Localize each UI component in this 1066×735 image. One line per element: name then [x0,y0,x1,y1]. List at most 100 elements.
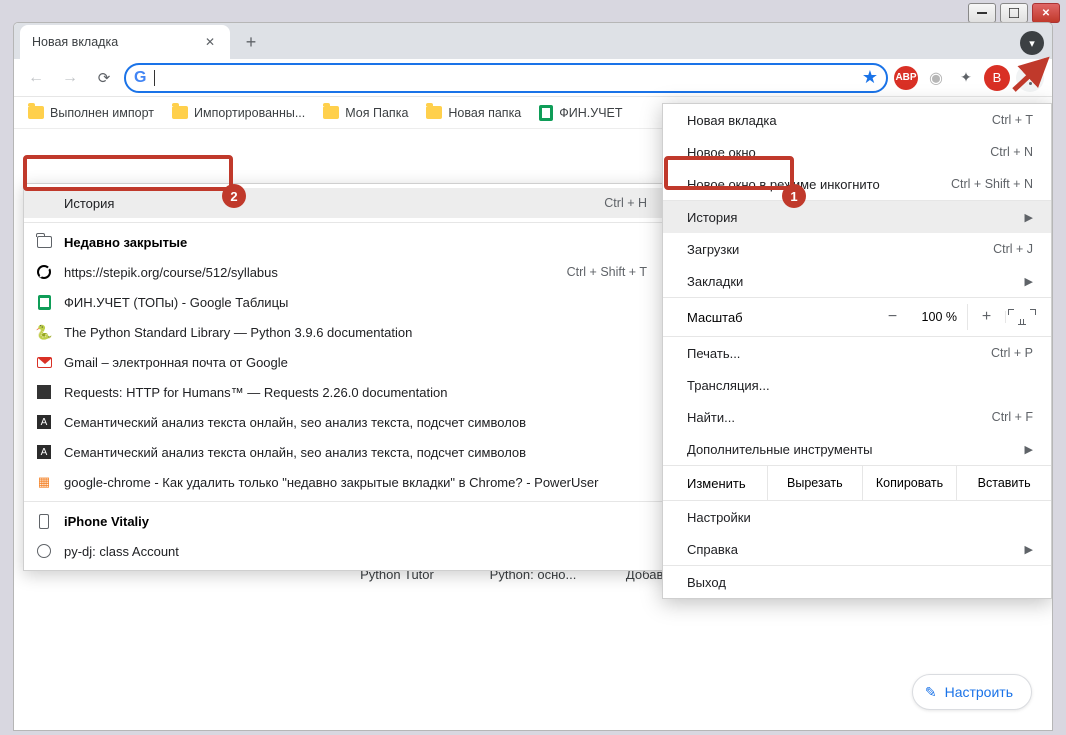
python-icon: 🐍 [36,324,52,340]
menu-label: Настройки [687,510,751,525]
extensions-icon[interactable]: ✦ [954,66,978,90]
history-item[interactable]: ▦ google-chrome - Как удалить только "не… [24,467,667,497]
bookmark-item[interactable]: Моя Папка [323,106,408,120]
page-content: 🐍 Python Tutor Python: осно... + Добавит… [14,129,1052,730]
back-button[interactable]: ← [22,64,50,92]
minimize-button[interactable] [968,3,996,23]
new-tab-button[interactable]: + [237,28,265,56]
privacy-shield-icon[interactable]: ◉ [924,66,948,90]
menu-cast[interactable]: Трансляция... [663,369,1051,401]
shortcut-label: Ctrl + F [992,410,1033,424]
tab-search-button[interactable]: ▾ [1020,31,1044,55]
zoom-in-button[interactable]: + [967,304,1005,330]
history-item[interactable]: A Семантический анализ текста онлайн, se… [24,407,667,437]
history-item-label: The Python Standard Library — Python 3.9… [64,325,412,340]
advego-icon: A [37,445,51,459]
bookmark-label: Моя Папка [345,106,408,120]
paste-button[interactable]: Вставить [956,466,1051,500]
chrome-menu-button[interactable] [1016,64,1044,92]
menu-label: Дополнительные инструменты [687,442,873,457]
history-item[interactable]: 🐍 The Python Standard Library — Python 3… [24,317,667,347]
tab-title: Новая вкладка [32,35,118,49]
submenu-arrow-icon: ▶ [1025,543,1033,556]
bookmark-item[interactable]: Импортированны... [172,106,305,120]
shortcut-label: Ctrl + J [993,242,1033,256]
customize-label: Настроить [945,684,1013,700]
menu-label: Печать... [687,346,740,361]
menu-label: Найти... [687,410,735,425]
shortcut-label: Ctrl + H [604,196,647,210]
menu-label: Новое окно [687,145,756,160]
menu-edit-row: Изменить Вырезать Копировать Вставить [663,466,1051,500]
zoom-value: 100 % [912,310,967,324]
zoom-out-button[interactable]: − [874,304,912,330]
bookmark-item[interactable]: ФИН.УЧЕТ [539,105,622,121]
address-bar[interactable]: G ★ [124,63,888,93]
copy-button[interactable]: Копировать [862,466,957,500]
history-item[interactable]: A Семантический анализ текста онлайн, se… [24,437,667,467]
history-item-label: py-dj: class Account [64,544,179,559]
menu-help[interactable]: Справка▶ [663,533,1051,565]
shortcut-label: Ctrl + Shift + T [567,265,647,279]
menu-incognito[interactable]: Новое окно в режиме инкогнито Ctrl + Shif… [663,168,1051,200]
bookmark-item[interactable]: Новая папка [426,106,521,120]
device-header: iPhone Vitaliy [24,506,667,536]
shortcut-label: Ctrl + Shift + N [951,177,1033,191]
history-submenu: История Ctrl + H Недавно закрытые https:… [23,183,668,571]
shortcut-label: Ctrl + T [992,113,1033,127]
menu-downloads[interactable]: Загрузки Ctrl + J [663,233,1051,265]
submenu-arrow-icon: ▶ [1025,443,1033,456]
menu-new-tab[interactable]: Новая вкладка Ctrl + T [663,104,1051,136]
menu-find[interactable]: Найти... Ctrl + F [663,401,1051,433]
menu-bookmarks[interactable]: Закладки▶ [663,265,1051,297]
menu-label: Масштаб [687,310,743,325]
bookmark-star-icon[interactable]: ★ [862,67,878,88]
shortcut-label: Ctrl + P [991,346,1033,360]
menu-label: Новая вкладка [687,113,777,128]
menu-tools[interactable]: Дополнительные инструменты ▶ [663,433,1051,465]
close-tab-icon[interactable]: ✕ [202,34,218,50]
menu-label: Новое окно в режиме инкогнито [687,177,880,192]
history-item[interactable]: Requests: HTTP for Humans™ — Requests 2.… [24,377,667,407]
profile-avatar[interactable]: В [984,65,1010,91]
bookmark-label: ФИН.УЧЕТ [559,106,622,120]
history-item-label: ФИН.УЧЕТ (ТОПы) - Google Таблицы [64,295,288,310]
omnibox-input[interactable] [163,70,853,86]
close-window-button[interactable] [1032,3,1060,23]
adblock-icon[interactable]: ABP [894,66,918,90]
history-item[interactable]: https://stepik.org/course/512/syllabus C… [24,257,667,287]
history-item-label: https://stepik.org/course/512/syllabus [64,265,278,280]
fullscreen-button[interactable] [1005,311,1037,323]
menu-history[interactable]: История ▶ [663,201,1051,233]
maximize-button[interactable] [1000,3,1028,23]
cut-button[interactable]: Вырезать [767,466,862,500]
reload-button[interactable]: ⟳ [90,64,118,92]
menu-print[interactable]: Печать... Ctrl + P [663,337,1051,369]
stepik-icon [37,265,51,279]
submenu-arrow-icon: ▶ [1025,211,1033,224]
history-item-label: Семантический анализ текста онлайн, seo … [64,415,526,430]
history-menu-item[interactable]: История Ctrl + H [24,188,667,218]
menu-separator [24,222,667,223]
menu-separator [24,501,667,502]
history-item[interactable]: Gmail – электронная почта от Google [24,347,667,377]
menu-label: Загрузки [687,242,739,257]
menu-settings[interactable]: Настройки [663,501,1051,533]
menu-exit[interactable]: Выход [663,566,1051,598]
bookmark-item[interactable]: Выполнен импорт [28,106,154,120]
customize-button[interactable]: ✎ Настроить [912,674,1032,710]
history-item[interactable]: py-dj: class Account [24,536,667,566]
bookmark-label: Импортированны... [194,106,305,120]
forward-button[interactable]: → [56,64,84,92]
menu-new-window[interactable]: Новое окноCtrl + N [663,136,1051,168]
folder-icon [172,106,188,119]
bookmark-label: Выполнен импорт [50,106,154,120]
menu-label: История [687,210,737,225]
menu-label: История [64,196,114,211]
stackoverflow-icon: ▦ [36,474,52,490]
header-label: iPhone Vitaliy [64,514,149,529]
bookmark-label: Новая папка [448,106,521,120]
menu-zoom: Масштаб − 100 % + [663,298,1051,336]
active-tab[interactable]: Новая вкладка ✕ [20,25,230,59]
history-item[interactable]: ФИН.УЧЕТ (ТОПы) - Google Таблицы [24,287,667,317]
